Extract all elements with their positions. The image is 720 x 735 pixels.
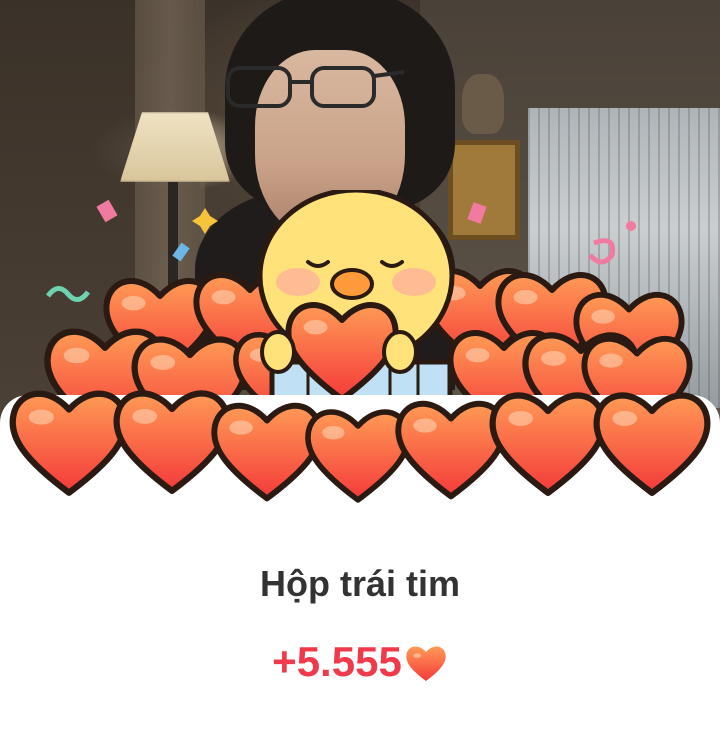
heart-icon — [406, 646, 446, 682]
reward-amount: +5.555 — [0, 638, 720, 686]
reward-title: Hộp trái tim — [259, 563, 460, 604]
amount-value: +5.555 — [272, 638, 402, 685]
